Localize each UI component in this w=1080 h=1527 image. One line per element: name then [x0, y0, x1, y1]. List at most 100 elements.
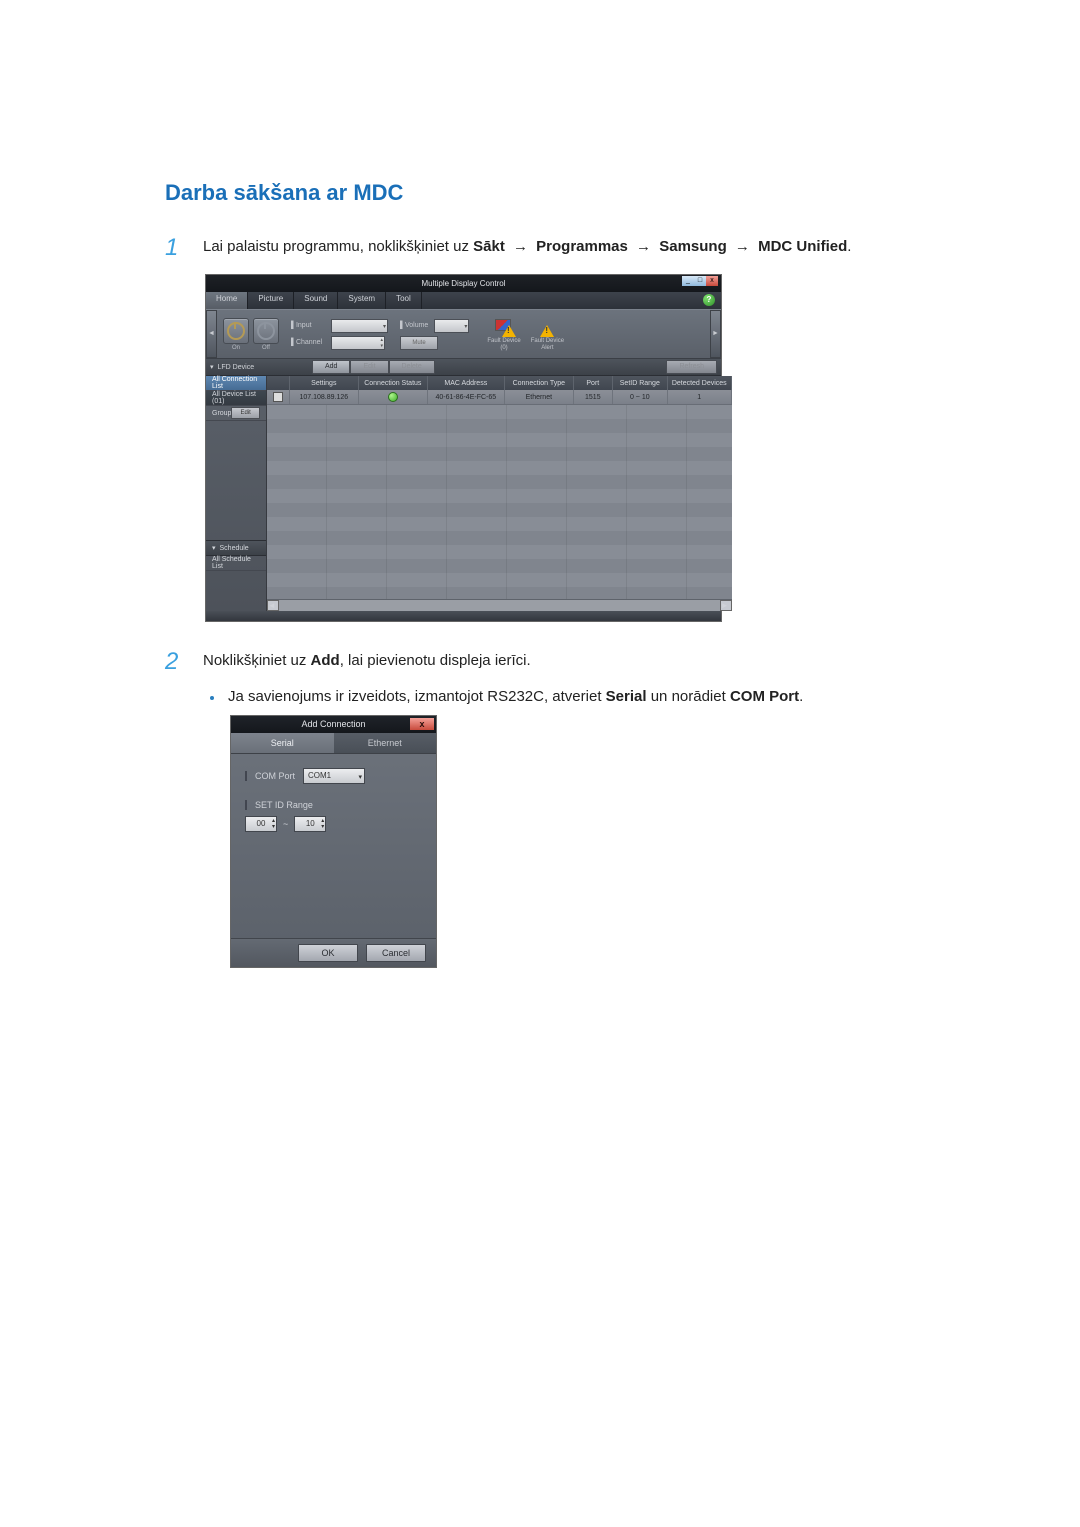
window-maximize-button[interactable]: □ — [694, 276, 706, 286]
com-port-value: COM1 — [308, 771, 331, 780]
step-1-path-programs: Programmas — [536, 238, 628, 255]
fault-alert-icon[interactable] — [535, 317, 559, 337]
table-header: Settings Connection Status MAC Address C… — [267, 376, 732, 390]
field-bar-icon — [245, 800, 247, 810]
menu-picture[interactable]: Picture — [248, 292, 294, 309]
mdc-main: Settings Connection Status MAC Address C… — [267, 376, 732, 611]
fault-alert-label1: Fault Device — [531, 338, 564, 344]
volume-field[interactable]: ▾ — [434, 319, 469, 333]
step-1-lead: Lai palaistu programmu, noklikšķiniet uz — [203, 238, 473, 255]
lfd-device-head: LFD Device — [218, 364, 255, 371]
tab-ethernet[interactable]: Ethernet — [334, 733, 437, 753]
col-connection-status: Connection Status — [359, 376, 428, 390]
field-bar-icon — [245, 771, 247, 781]
range-to-spinner[interactable]: 10 ▴▾ — [294, 816, 326, 832]
sidebar-schedule-label: Schedule — [220, 545, 249, 552]
col-connection-type: Connection Type — [505, 376, 574, 390]
channel-spinner[interactable]: ▴▾ — [331, 336, 385, 350]
step-1-path-samsung: Samsung — [659, 238, 727, 255]
fault-alert-label2: Alert — [541, 345, 553, 351]
help-icon[interactable]: ? — [703, 294, 715, 306]
arrow-icon: → — [731, 238, 754, 255]
col-port: Port — [574, 376, 613, 390]
bullet-serial: Serial — [606, 688, 647, 705]
step-1-path-app: MDC Unified — [758, 238, 847, 255]
cell-conn-type: Ethernet — [505, 390, 574, 404]
power-off-label: Off — [253, 345, 279, 351]
menu-tool[interactable]: Tool — [386, 292, 422, 309]
table-row[interactable]: 107.108.89.126 40-61-86-4E-FC-65 Etherne… — [267, 390, 732, 405]
mdc-menubar: Home Picture Sound System Tool ? — [206, 292, 721, 309]
sidebar-group-row: Group Edit — [206, 406, 266, 421]
tab-serial[interactable]: Serial — [231, 733, 334, 753]
mdc-statusbar — [206, 611, 721, 621]
scroll-left-icon[interactable]: ◄ — [267, 600, 279, 611]
sidebar-all-device-list[interactable]: All Device List (01) — [206, 391, 266, 406]
input-combo[interactable]: ▾ — [331, 319, 388, 333]
row-checkbox[interactable] — [273, 392, 283, 402]
dialog-close-button[interactable]: x — [410, 718, 434, 730]
fault-device-icon[interactable] — [492, 317, 516, 337]
arrow-icon: → — [632, 238, 655, 255]
fault-device-label: Fault Device — [487, 338, 520, 344]
status-ok-icon — [388, 392, 398, 402]
volume-label: Volume — [405, 322, 428, 329]
power-on-button[interactable] — [223, 318, 249, 344]
power-off-button[interactable] — [253, 318, 279, 344]
menu-system[interactable]: System — [338, 292, 386, 309]
arrow-icon: → — [509, 238, 532, 255]
step-2-bullet: Ja savienojums ir izveidots, izmantojot … — [210, 688, 925, 705]
step-2-number: 2 — [165, 650, 185, 674]
sidebar-schedule-head[interactable]: ▾ Schedule — [206, 540, 266, 556]
cell-range: 0 ~ 10 — [613, 390, 668, 404]
channel-label: Channel — [296, 339, 322, 346]
bullet-comport: COM Port — [730, 688, 799, 705]
sidebar-all-connection[interactable]: All Connection List — [206, 376, 266, 391]
section-title: Darba sākšana ar MDC — [165, 180, 925, 206]
cell-mac: 40-61-86-4E-FC-65 — [428, 390, 505, 404]
range-from-spinner[interactable]: 00 ▴▾ — [245, 816, 277, 832]
spinner-updown-icon[interactable]: ▴▾ — [272, 818, 275, 830]
add-button[interactable]: Add — [312, 360, 350, 374]
bullet-lead: Ja savienojums ir izveidots, izmantojot … — [228, 688, 606, 705]
step-2-text: Noklikšķiniet uz Add, lai pievienotu dis… — [203, 650, 925, 673]
col-settings: Settings — [290, 376, 359, 390]
delete-button[interactable]: Delete — [389, 360, 435, 374]
table-empty-area — [267, 405, 732, 599]
refresh-button[interactable]: Refresh — [666, 360, 717, 374]
sidebar-group-label: Group — [212, 410, 231, 417]
input-label: Input — [296, 322, 312, 329]
step-2-lead: Noklikšķiniet uz — [203, 652, 311, 669]
caret-down-icon: ▾ — [212, 544, 216, 552]
sidebar-group-edit[interactable]: Edit — [231, 407, 259, 419]
sidebar-all-schedule-list[interactable]: All Schedule List — [206, 556, 266, 571]
caret-down-icon[interactable]: ▾ — [210, 363, 214, 371]
cell-port: 1515 — [574, 390, 613, 404]
window-close-button[interactable]: x — [706, 276, 718, 286]
horizontal-scrollbar[interactable]: ◄ ► — [267, 599, 732, 611]
menu-home[interactable]: Home — [206, 292, 248, 309]
toolbar-scroll-left[interactable]: ◄ — [206, 310, 217, 358]
menu-sound[interactable]: Sound — [294, 292, 338, 309]
chevron-down-icon: ▾ — [359, 771, 363, 785]
ok-button[interactable]: OK — [298, 944, 358, 962]
col-setid-range: SetID Range — [613, 376, 668, 390]
spinner-updown-icon[interactable]: ▴▾ — [321, 818, 324, 830]
mdc-window: Multiple Display Control _ □ x Home Pict… — [205, 274, 722, 622]
power-on-label: On — [223, 345, 249, 351]
mdc-titlebar: Multiple Display Control _ □ x — [206, 275, 721, 292]
cell-detected: 1 — [668, 390, 732, 404]
toolbar-scroll-right[interactable]: ► — [710, 310, 721, 358]
add-connection-dialog: Add Connection x Serial Ethernet COM Por… — [230, 715, 437, 968]
com-port-combo[interactable]: COM1 ▾ — [303, 768, 365, 784]
set-id-range-label: SET ID Range — [255, 800, 313, 810]
col-checkbox — [267, 376, 290, 390]
edit-button[interactable]: Edit — [350, 360, 388, 374]
mute-button[interactable]: Mute — [400, 336, 438, 350]
window-minimize-button[interactable]: _ — [682, 276, 694, 286]
cell-ip: 107.108.89.126 — [290, 390, 359, 404]
col-mac: MAC Address — [428, 376, 505, 390]
scroll-right-icon[interactable]: ► — [720, 600, 732, 611]
cancel-button[interactable]: Cancel — [366, 944, 426, 962]
dialog-titlebar: Add Connection x — [231, 716, 436, 733]
